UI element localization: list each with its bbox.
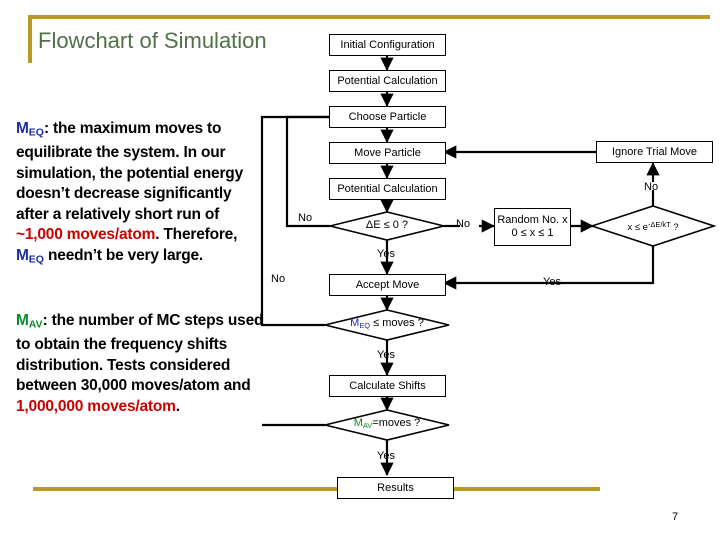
edge-label-no-left-outer: No xyxy=(271,273,286,285)
box-potential-calculation-2-label: Potential Calculation xyxy=(337,182,438,195)
box-initial-configuration[interactable]: Initial Configuration xyxy=(329,34,446,56)
box-potential-calculation-1[interactable]: Potential Calculation xyxy=(329,70,446,92)
decision-boltzmann-label: x ≤ e-ΔE/kT ? xyxy=(627,220,679,233)
box-accept-move-label: Accept Move xyxy=(355,278,420,291)
edge-label-yes-mav: Yes xyxy=(377,450,395,462)
decision-delta-e-label: ΔE ≤ 0 ? xyxy=(365,219,409,231)
box-results[interactable]: Results xyxy=(337,477,454,499)
edge-label-yes-boltzmann: Yes xyxy=(543,276,561,288)
box-potential-calculation-2[interactable]: Potential Calculation xyxy=(329,178,446,200)
box-choose-particle-label: Choose Particle xyxy=(348,110,427,123)
box-random-number-line1: Random No. x xyxy=(497,214,568,226)
box-move-particle[interactable]: Move Particle xyxy=(329,142,446,164)
box-ignore-trial-move-label: Ignore Trial Move xyxy=(612,145,697,158)
box-calculate-shifts-label: Calculate Shifts xyxy=(349,379,426,392)
box-initial-configuration-label: Initial Configuration xyxy=(340,38,435,51)
edge-label-yes-meq: Yes xyxy=(377,349,395,361)
edge-label-no-delta-e: No xyxy=(456,218,471,230)
decision-mav-label: MAV=moves ? xyxy=(353,417,421,430)
box-calculate-shifts[interactable]: Calculate Shifts xyxy=(329,375,446,397)
box-move-particle-label: Move Particle xyxy=(354,146,421,159)
flowchart: Initial Configuration Potential Calculat… xyxy=(0,0,720,540)
edge-label-no-boltzmann: No xyxy=(644,181,659,193)
box-random-number[interactable]: Random No. x 0 ≤ x ≤ 1 xyxy=(494,208,571,246)
decision-meq-label: MEQ ≤ moves ? xyxy=(350,317,424,330)
box-results-label: Results xyxy=(377,481,414,494)
edge-label-no-left-inner: No xyxy=(298,212,313,224)
edge-label-yes-delta-e: Yes xyxy=(377,248,395,260)
box-choose-particle[interactable]: Choose Particle xyxy=(329,106,446,128)
box-ignore-trial-move[interactable]: Ignore Trial Move xyxy=(596,141,713,163)
slide-canvas: Flowchart of Simulation MEQ: the maximum… xyxy=(0,0,720,540)
box-potential-calculation-1-label: Potential Calculation xyxy=(337,74,438,87)
box-accept-move[interactable]: Accept Move xyxy=(329,274,446,296)
box-random-number-line2: 0 ≤ x ≤ 1 xyxy=(511,227,554,239)
